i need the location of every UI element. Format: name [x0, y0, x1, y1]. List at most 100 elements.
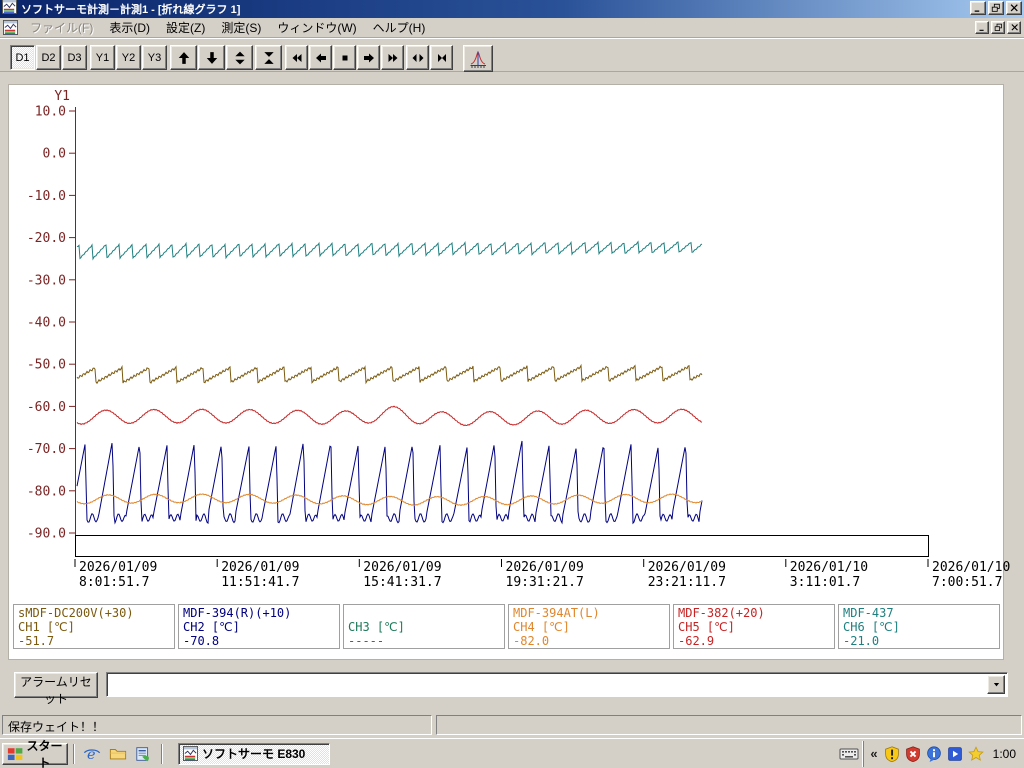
toolbar-button-expand-horizontal[interactable]: [406, 45, 429, 70]
restore-icon: [994, 23, 1002, 31]
status-bar: 保存ウェイト！！: [0, 712, 1024, 738]
stop-icon: [342, 55, 347, 60]
window-controls: [968, 0, 1022, 18]
toolbar-button-down-arrow[interactable]: [198, 45, 225, 70]
legend-channel-label: CH4 [℃]: [513, 620, 570, 634]
fast-forward-icon: [388, 53, 397, 62]
start-button[interactable]: スタート: [2, 739, 68, 768]
title-bar[interactable]: ソフトサーモ計測－計測1 - [折れ線グラフ 1]: [0, 0, 1024, 18]
taskbar-separator: [161, 743, 163, 764]
shield-warning-tray-icon[interactable]: [884, 745, 900, 762]
toolbar-button-up-arrow[interactable]: [170, 45, 197, 70]
legend-ch2: MDF-394(R)(+10) CH2 [℃] -70.8: [178, 604, 340, 649]
mdi-minimize-button[interactable]: [975, 20, 989, 34]
play-badge-icon: [947, 746, 962, 761]
legend-channel-name: sMDF-DC200V(+30): [18, 606, 134, 620]
legend-channel-value: -82.0: [513, 634, 550, 648]
legend-ch5: MDF-382(+20) CH5 [℃] -62.9: [673, 604, 835, 649]
tray-icons: [884, 745, 984, 762]
close-icon: [1010, 23, 1018, 31]
shield-error-icon: [905, 745, 920, 762]
info-balloon-icon: [926, 745, 941, 762]
legend-ch1: sMDF-DC200V(+30) CH1 [℃] -51.7: [13, 604, 175, 649]
toolbar-button-y1[interactable]: Y1: [90, 45, 115, 70]
legend-channel-value: -62.9: [678, 634, 715, 648]
dropdown-icon: [993, 683, 999, 687]
alarm-combobox[interactable]: [106, 672, 1008, 697]
outlook-express-quick-launch-button[interactable]: [135, 745, 153, 763]
legend-channel-name: MDF-394AT(L): [513, 606, 600, 620]
toolbar-button-collapse-horizontal[interactable]: [430, 45, 453, 70]
language-bar[interactable]: [839, 744, 859, 764]
quick-launch-bar: e: [80, 745, 156, 763]
ie-icon: e: [83, 746, 101, 762]
down-arrow-icon: [206, 51, 217, 64]
step-left-icon: [315, 53, 326, 62]
toolbar-button-step-right[interactable]: [357, 45, 380, 70]
app-icon: [183, 746, 198, 761]
star-icon: [967, 745, 984, 761]
app-icon: [183, 746, 198, 761]
legend-channel-label: CH2 [℃]: [183, 620, 240, 634]
mdi-restore-button[interactable]: [991, 20, 1005, 34]
collapse-horizontal-icon: [437, 53, 446, 62]
legend-channel-name: MDF-394(R)(+10): [183, 606, 292, 620]
toolbar-button-fast-rewind[interactable]: [285, 45, 308, 70]
minimize-icon: [979, 29, 984, 31]
tray-chevron-icon[interactable]: «: [870, 746, 877, 761]
shield-error-tray-icon[interactable]: [905, 745, 921, 762]
menu-item-z[interactable]: 設定(Z): [158, 17, 213, 38]
close-button[interactable]: [1006, 1, 1022, 15]
legend-channel-name: MDF-382(+20): [678, 606, 765, 620]
window-title: ソフトサーモ計測－計測1 - [折れ線グラフ 1]: [21, 4, 241, 16]
toolbar-button-stop[interactable]: [333, 45, 356, 70]
keyboard-icon: [839, 748, 859, 759]
collapse-vertical-icon: [263, 51, 274, 64]
menu-item-d[interactable]: 表示(D): [101, 17, 158, 38]
legend-channel-label: CH6 [℃]: [843, 620, 900, 634]
legend-channel-value: -51.7: [18, 634, 55, 648]
restore-button[interactable]: [988, 1, 1004, 15]
mdi-close-button[interactable]: [1007, 20, 1021, 34]
close-icon: [1010, 4, 1018, 12]
minimize-button[interactable]: [970, 1, 986, 15]
desktop: ソフトサーモ計測－計測1 - [折れ線グラフ 1] ファイル(F) 表示(D) 設定…: [0, 0, 1024, 768]
toolbar-button-step-left[interactable]: [309, 45, 332, 70]
channel-legend: sMDF-DC200V(+30) CH1 [℃] -51.7 MDF-394(R)(+…: [13, 604, 1000, 649]
task-button-softthermo[interactable]: ソフトサーモ E830: [178, 742, 330, 765]
fast-rewind-icon: [292, 53, 301, 62]
toolbar-button-expand-vertical[interactable]: [226, 45, 253, 70]
toolbar-button-collapse-vertical[interactable]: [255, 45, 282, 70]
menu-item-w[interactable]: ウィンドウ(W): [269, 17, 364, 38]
toolbar-button-y2[interactable]: Y2: [116, 45, 141, 70]
distribution-graph-icon: [470, 50, 486, 68]
play-badge-tray-icon[interactable]: [947, 746, 963, 762]
expand-vertical-icon: [234, 51, 245, 64]
status-secondary-panel: [436, 715, 1022, 735]
star-tray-icon[interactable]: [967, 745, 984, 762]
folder-quick-launch-button[interactable]: [109, 745, 127, 763]
menu-item-f[interactable]: ファイル(F): [22, 17, 101, 38]
toolbar-button-y3[interactable]: Y3: [142, 45, 167, 70]
combobox-dropdown-button[interactable]: [987, 675, 1005, 694]
toolbar-button-d1[interactable]: D1: [10, 45, 35, 70]
legend-channel-label: CH1 [℃]: [18, 620, 75, 634]
task-button-label: ソフトサーモ E830: [202, 747, 306, 761]
legend-ch4: MDF-394AT(L) CH4 [℃] -82.0: [508, 604, 670, 649]
alarm-reset-button[interactable]: アラームリセット: [14, 672, 98, 706]
menu-item-h[interactable]: ヘルプ(H): [365, 17, 434, 38]
taskbar: スタート e ソフトサーモ E830 « 1:00: [0, 738, 1024, 768]
up-arrow-icon: [178, 51, 189, 64]
toolbar-button-fast-forward[interactable]: [381, 45, 404, 70]
toolbar-button-d2[interactable]: D2: [36, 45, 61, 70]
folder-icon: [109, 748, 127, 759]
toolbar-button-distribution-graph[interactable]: [463, 45, 493, 72]
info-balloon-tray-icon[interactable]: [926, 745, 942, 762]
legend-channel-value: -----: [348, 634, 385, 648]
svg-text:e: e: [87, 746, 96, 762]
ie-quick-launch-button[interactable]: e: [83, 745, 101, 763]
app-icon: [2, 0, 17, 19]
menu-item-s[interactable]: 測定(S): [213, 17, 269, 38]
toolbar-button-d3[interactable]: D3: [62, 45, 87, 70]
system-tray: « 1:00: [863, 740, 1024, 767]
